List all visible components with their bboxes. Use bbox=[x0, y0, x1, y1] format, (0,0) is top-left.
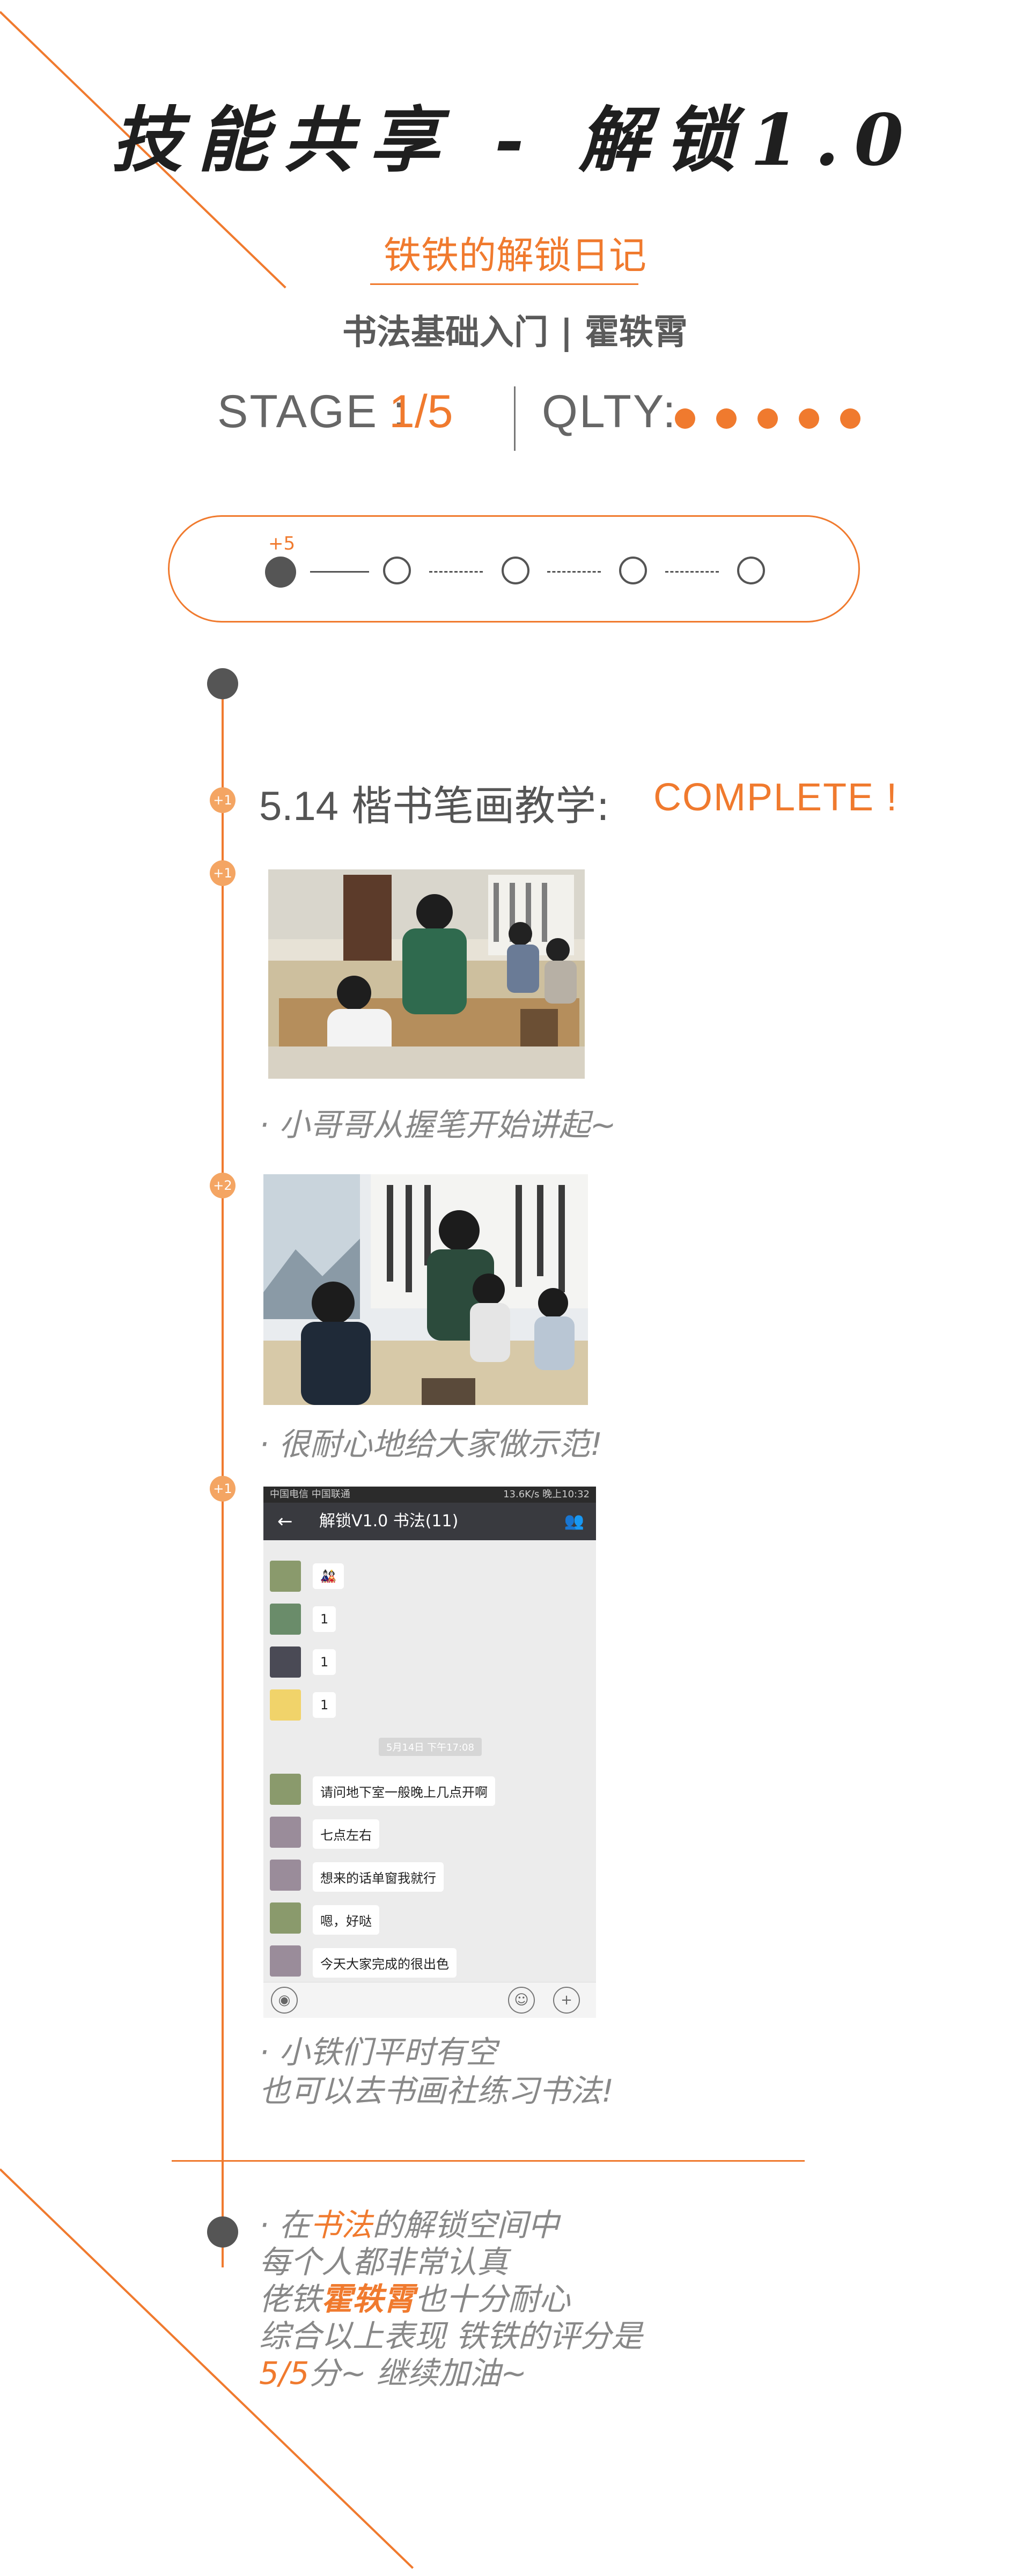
avatar bbox=[270, 1945, 301, 1977]
progress-step-2 bbox=[383, 557, 411, 584]
summary-line-1: · 在书法的解锁空间中 bbox=[259, 2207, 559, 2243]
quality-dot bbox=[716, 408, 737, 429]
highlight-skill: 书法 bbox=[310, 2207, 372, 2243]
message-bubble: 1 bbox=[313, 1692, 336, 1718]
timeline-end-node bbox=[207, 2216, 238, 2248]
summary-text: · 在书法的解锁空间中 每个人都非常认真 佬铁霍轶霄也十分耐心 综合以上表现 铁… bbox=[259, 2207, 642, 2392]
message-bubble: 🎎 bbox=[313, 1563, 344, 1589]
diary-subtitle: 铁铁的解锁日记 bbox=[384, 233, 646, 277]
add-icon[interactable]: + bbox=[553, 1987, 580, 2014]
progress-plus-label: +5 bbox=[268, 533, 296, 554]
final-score: 5/5 bbox=[259, 2355, 310, 2391]
emoji-icon[interactable]: ☺ bbox=[508, 1987, 535, 2014]
section-heading: 5.14 楷书笔画教学: bbox=[259, 773, 610, 832]
chat-header: ← 解锁V1.0 书法(11) 👥 bbox=[263, 1503, 596, 1540]
message-bubble: 想来的话单窗我就行 bbox=[313, 1862, 444, 1892]
progress-connector-dashed bbox=[429, 571, 483, 573]
progress-step-5 bbox=[737, 557, 765, 584]
course-name: 书法基础入门 | 霍轶霄 bbox=[342, 313, 688, 353]
avatar bbox=[270, 1774, 301, 1805]
timeline-line bbox=[222, 679, 224, 2267]
summary-line-3: 佬铁霍轶霄也十分耐心 bbox=[259, 2281, 571, 2317]
quality-label: QLTY: bbox=[542, 386, 678, 437]
page-title: 技能共享 - 解锁1.0 bbox=[111, 99, 919, 182]
progress-connector bbox=[310, 571, 369, 573]
progress-step-completed bbox=[265, 557, 296, 588]
avatar bbox=[270, 1689, 301, 1721]
quality-dot bbox=[799, 408, 819, 429]
voice-icon[interactable]: ◉ bbox=[271, 1987, 298, 2014]
class-photo-1 bbox=[268, 869, 585, 1079]
chat-caption: · 小铁们平时有空 也可以去书画社练习书法! bbox=[259, 2033, 614, 2110]
avatar bbox=[270, 1860, 301, 1891]
chat-caption-line-1: · 小铁们平时有空 bbox=[259, 2034, 497, 2070]
quality-dot bbox=[840, 408, 860, 429]
progress-step-4 bbox=[619, 557, 647, 584]
phone-status-bar: 中国电信 中国联通 13.6K/s 晚上10:32 bbox=[263, 1487, 596, 1503]
photo-1-caption: · 小哥哥从握笔开始讲起~ bbox=[259, 1107, 616, 1143]
class-photo-2 bbox=[263, 1174, 588, 1405]
timeline-badge: +2 bbox=[210, 1173, 236, 1198]
quality-dot bbox=[675, 408, 695, 429]
section-date: 5.14 bbox=[259, 784, 339, 829]
message-bubble: 七点左右 bbox=[313, 1819, 379, 1849]
summary-line-4: 综合以上表现 铁铁的评分是 bbox=[259, 2318, 643, 2354]
avatar bbox=[270, 1604, 301, 1635]
chat-title: 解锁V1.0 书法(11) bbox=[319, 1512, 459, 1531]
section-divider bbox=[172, 2160, 805, 2162]
status-carrier: 中国电信 中国联通 bbox=[270, 1489, 350, 1500]
avatar bbox=[270, 1646, 301, 1678]
avatar bbox=[270, 1561, 301, 1592]
quality-dot bbox=[757, 408, 778, 429]
stats-divider bbox=[514, 386, 516, 451]
timeline-start-node bbox=[207, 668, 238, 699]
summary-line-5: 5/5分~ 继续加油~ bbox=[259, 2355, 527, 2391]
back-arrow-icon: ← bbox=[277, 1511, 293, 1532]
highlight-teacher: 霍轶霄 bbox=[321, 2281, 415, 2317]
subtitle-underline bbox=[370, 283, 638, 285]
message-bubble: 今天大家完成的很出色 bbox=[313, 1948, 457, 1978]
section-title: 楷书笔画教学: bbox=[351, 782, 610, 830]
message-bubble: 请问地下室一般晚上几点开啊 bbox=[313, 1776, 495, 1806]
chat-input-bar: ◉ ☺ + bbox=[263, 1982, 596, 2018]
message-bubble: 1 bbox=[313, 1649, 336, 1675]
chat-caption-line-2: 也可以去书画社练习书法! bbox=[259, 2073, 614, 2109]
chat-screenshot: 中国电信 中国联通 13.6K/s 晚上10:32 ← 解锁V1.0 书法(11… bbox=[263, 1487, 596, 2018]
message-bubble: 1 bbox=[313, 1606, 336, 1632]
photo-2-caption: · 很耐心地给大家做示范! bbox=[259, 1426, 603, 1462]
message-bubble: 嗯，好哒 bbox=[313, 1905, 379, 1935]
timeline-badge: +1 bbox=[210, 860, 236, 886]
progress-step-3 bbox=[502, 557, 529, 584]
progress-connector-dashed bbox=[547, 571, 601, 573]
group-members-icon: 👥 bbox=[564, 1512, 584, 1531]
avatar bbox=[270, 1817, 301, 1848]
chat-time-divider: 5月14日 下午17:08 bbox=[379, 1738, 482, 1756]
status-clock: 13.6K/s 晚上10:32 bbox=[503, 1489, 590, 1500]
complete-status: COMPLETE ! bbox=[653, 776, 899, 819]
stage-label: STAGE : bbox=[217, 386, 407, 437]
timeline-badge: +1 bbox=[210, 787, 236, 813]
timeline-badge: +1 bbox=[210, 1476, 236, 1502]
progress-connector-dashed bbox=[665, 571, 719, 573]
avatar bbox=[270, 1902, 301, 1934]
summary-line-2: 每个人都非常认真 bbox=[259, 2244, 509, 2280]
stage-value: 1/5 bbox=[389, 386, 453, 437]
